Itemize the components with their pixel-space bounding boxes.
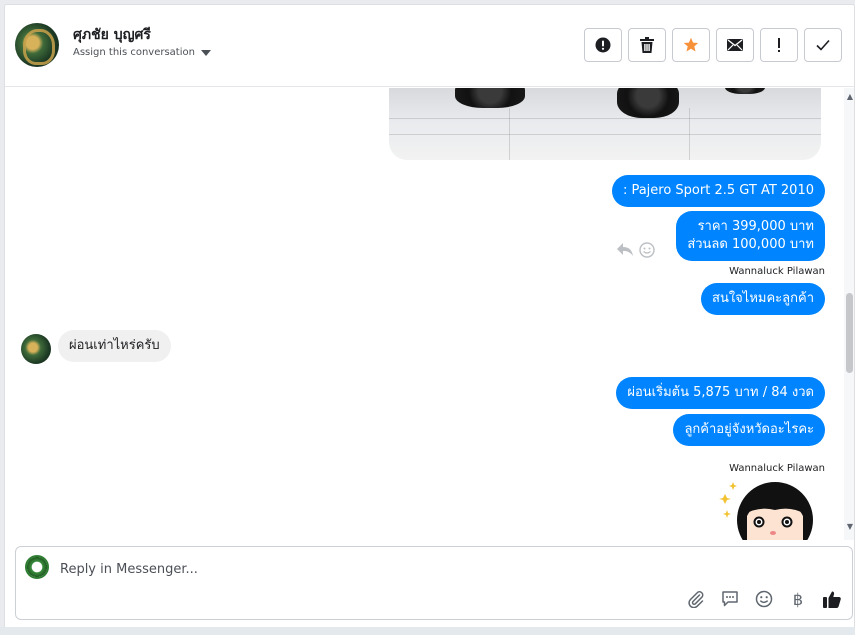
message-bubble[interactable]: ผ่อนเริ่มต้น 5,875 บาท / 84 งวด <box>616 377 825 409</box>
assign-label: Assign this conversation <box>73 47 195 58</box>
assign-conversation-dropdown[interactable]: Assign this conversation <box>73 47 211 58</box>
reply-input[interactable] <box>60 559 760 579</box>
report-spam-button[interactable] <box>584 28 622 62</box>
mark-unread-button[interactable] <box>716 28 754 62</box>
caret-down-icon <box>200 49 211 56</box>
thumbs-up-icon <box>823 591 841 608</box>
reply-icon[interactable] <box>617 243 633 257</box>
contact-name[interactable]: ศุภชัย บุญศรี <box>73 24 151 46</box>
message-bubble[interactable]: : Pajero Sport 2.5 GT AT 2010 <box>611 175 825 207</box>
exclamation-icon <box>778 38 780 52</box>
conversation-panel: ศุภชัย บุญศรี Assign this conversation:… <box>4 4 855 631</box>
payment-button[interactable]: ฿ <box>788 589 808 609</box>
like-button[interactable] <box>822 589 842 609</box>
scroll-down-arrow[interactable]: ▼ <box>847 522 853 531</box>
star-icon <box>683 37 699 52</box>
mark-important-button[interactable] <box>760 28 798 62</box>
conversation-actions <box>584 28 842 62</box>
contact-avatar[interactable] <box>15 23 59 67</box>
mark-done-button[interactable] <box>804 28 842 62</box>
scroll-thumb[interactable] <box>846 293 853 373</box>
message-bubble[interactable]: สนใจไหมคะลูกค้า <box>701 283 825 315</box>
alert-circle-icon <box>595 37 611 53</box>
sticker-girl-image[interactable] <box>715 480 821 540</box>
attach-file-button[interactable] <box>686 589 706 609</box>
contact-avatar-small[interactable] <box>21 334 51 364</box>
bottom-strip <box>0 627 855 635</box>
check-icon <box>816 39 830 51</box>
message-line: ราคา 399,000 บาท <box>697 219 814 234</box>
message-list: : Pajero Sport 2.5 GT AT 2010 ราคา 399,0… <box>5 88 854 540</box>
chat-scrollbar[interactable]: ▲ ▼ <box>844 88 854 540</box>
message-bubble-incoming[interactable]: ผ่อนเท่าไหร่ครับ <box>58 330 171 362</box>
message-line: ส่วนลด 100,000 บาท <box>687 237 814 252</box>
composer-toolbar: ฿ <box>686 589 842 609</box>
envelope-icon <box>727 39 743 51</box>
paperclip-icon <box>688 591 704 608</box>
baht-icon: ฿ <box>792 589 804 609</box>
message-bubble[interactable]: ราคา 399,000 บาท ส่วนลด 100,000 บาท <box>676 211 825 261</box>
scroll-up-arrow[interactable]: ▲ <box>847 92 853 101</box>
star-button[interactable] <box>672 28 710 62</box>
saved-reply-button[interactable] <box>720 589 740 609</box>
emoji-icon <box>755 590 773 608</box>
car-photo-attachment[interactable] <box>389 88 821 160</box>
emoji-button[interactable] <box>754 589 774 609</box>
sender-name: Wannaluck Pilawan <box>729 463 825 474</box>
saved-reply-icon <box>722 591 738 607</box>
delete-button[interactable] <box>628 28 666 62</box>
sender-name: Wannaluck Pilawan <box>729 266 825 277</box>
conversation-header: ศุภชัย บุญศรี Assign this conversation <box>5 5 854 87</box>
reply-composer: ฿ <box>15 546 853 620</box>
page-avatar <box>25 555 49 579</box>
message-hover-tools <box>617 242 655 258</box>
react-emoji-icon[interactable] <box>639 242 655 258</box>
message-bubble[interactable]: ลูกค้าอยู่จังหวัดอะไรคะ <box>673 414 825 446</box>
trash-icon <box>640 37 654 53</box>
